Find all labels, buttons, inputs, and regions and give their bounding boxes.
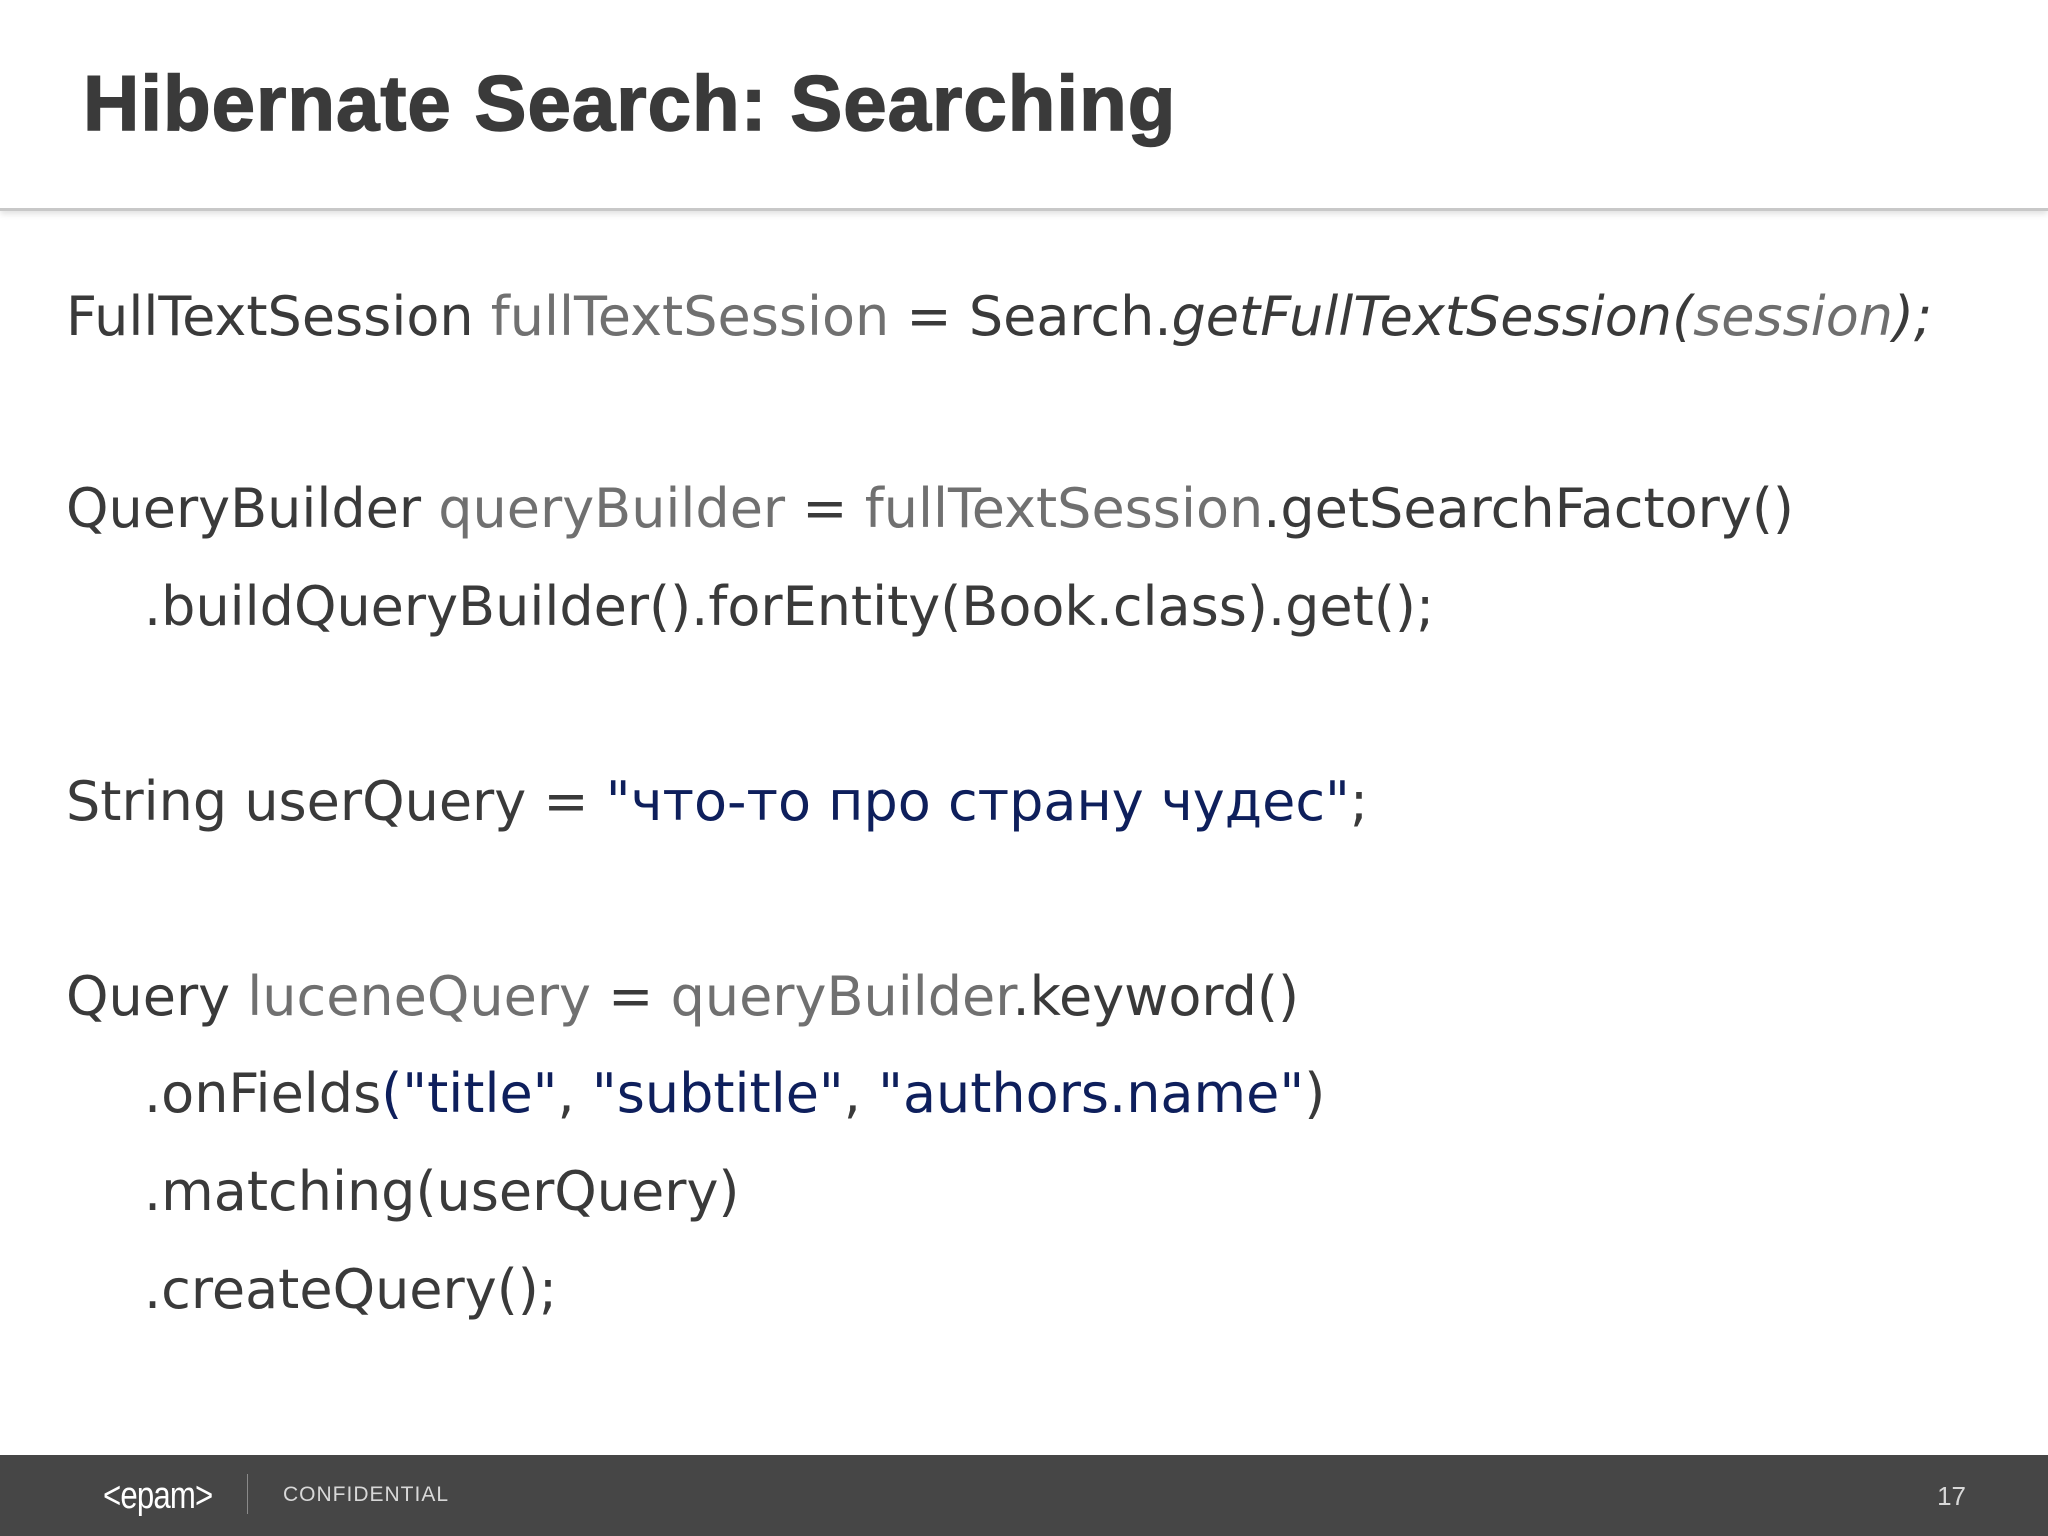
- code-line: String userQuery = "что-то про страну чу…: [66, 770, 1368, 834]
- code-token: ): [1304, 1062, 1326, 1125]
- code-token: .getSearchFactory(): [1263, 477, 1794, 540]
- code-line: .onFields("title", "subtitle", "authors.…: [144, 1062, 1325, 1126]
- code-token: .buildQueryBuilder().forEntity(Book.clas…: [144, 575, 1435, 638]
- code-token: luceneQuery: [247, 965, 591, 1028]
- code-token: ,: [843, 1062, 879, 1125]
- code-token: ("title": [381, 1062, 558, 1125]
- code-token: .onFields: [144, 1062, 382, 1125]
- code-token: fullTextSession: [490, 285, 890, 348]
- code-line: .matching(userQuery): [144, 1160, 739, 1224]
- code-line: .createQuery();: [144, 1258, 557, 1322]
- code-token: QueryBuilder: [66, 477, 439, 540]
- code-token: session: [1693, 285, 1893, 348]
- code-token: .createQuery();: [144, 1258, 558, 1321]
- code-token: .keyword(): [1012, 965, 1300, 1028]
- code-token: .matching(userQuery): [144, 1160, 740, 1223]
- code-token: queryBuilder: [670, 965, 1013, 1028]
- code-token: =: [590, 965, 671, 1028]
- code-token: "subtitle": [591, 1062, 844, 1125]
- code-token: =: [785, 477, 865, 540]
- slide: Hibernate Search: Searching FullTextSess…: [0, 0, 2048, 1536]
- code-line: FullTextSession fullTextSession = Search…: [66, 285, 1932, 349]
- footer: <epam> CONFIDENTIAL 17: [0, 1455, 2048, 1536]
- code-token: getFullTextSession(: [1171, 285, 1694, 348]
- code-line: QueryBuilder queryBuilder = fullTextSess…: [66, 477, 1794, 541]
- code-line: Query luceneQuery = queryBuilder.keyword…: [66, 965, 1299, 1029]
- code-line: .buildQueryBuilder().forEntity(Book.clas…: [144, 575, 1434, 639]
- code-token: = Search.: [889, 285, 1172, 348]
- code-token: );: [1892, 285, 1933, 348]
- title-bar: Hibernate Search: Searching: [0, 0, 2048, 211]
- footer-divider: [247, 1474, 248, 1514]
- code-token: ;: [1349, 770, 1369, 833]
- epam-logo: <epam>: [103, 1475, 213, 1517]
- code-token: "authors.name": [878, 1062, 1305, 1125]
- code-token: Query: [66, 965, 248, 1028]
- code-token: String userQuery =: [66, 770, 606, 833]
- confidential-label: CONFIDENTIAL: [283, 1483, 450, 1506]
- code-token: fullTextSession: [864, 477, 1264, 540]
- slide-title: Hibernate Search: Searching: [82, 58, 1177, 148]
- code-token: queryBuilder: [438, 477, 786, 540]
- page-number: 17: [1937, 1481, 1966, 1511]
- code-token: ,: [557, 1062, 592, 1125]
- code-token: "что-то про страну чудес": [605, 770, 1350, 833]
- code-token: FullTextSession: [66, 285, 491, 348]
